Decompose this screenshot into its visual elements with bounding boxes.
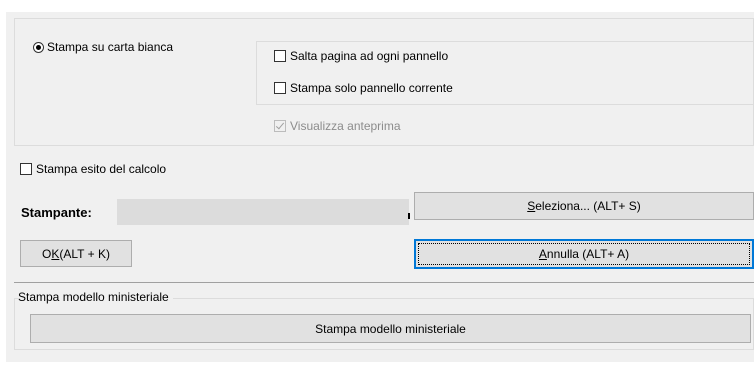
select-printer-mnemonic: S (527, 199, 536, 213)
cancel-label: nnulla (ALT+ A) (546, 247, 630, 261)
plain-paper-radio[interactable] (33, 41, 44, 53)
ok-mnemonic: K (51, 246, 60, 261)
calc-result-checkbox[interactable] (20, 163, 32, 175)
ok-label-end: (ALT + K) (59, 246, 110, 261)
skip-page-label: Salta pagina ad ogni pannello (290, 49, 449, 63)
preview-checkbox (274, 120, 286, 132)
printer-field-edge (408, 213, 410, 219)
preview-label: Visualizza anteprima (290, 119, 401, 133)
printer-name-field (117, 199, 409, 225)
plain-paper-radio-row[interactable]: Stampa su carta bianca (33, 40, 173, 54)
current-panel-checkbox[interactable] (274, 82, 286, 94)
ministerial-group-title: Stampa modello ministeriale (18, 290, 173, 304)
skip-page-checkbox[interactable] (274, 50, 286, 62)
cancel-mnemonic: A (538, 247, 547, 261)
section-divider (14, 282, 754, 283)
ministerial-print-label: Stampa modello ministeriale (315, 321, 466, 336)
skip-page-row[interactable]: Salta pagina ad ogni pannello (274, 49, 448, 63)
plain-paper-label: Stampa su carta bianca (47, 40, 174, 54)
printer-label: Stampante: (21, 205, 92, 220)
cancel-button[interactable]: Annulla (ALT+ A) (414, 239, 754, 269)
calc-result-label: Stampa esito del calcolo (36, 162, 167, 176)
select-printer-button[interactable]: Seleziona... (ALT+ S) (414, 192, 754, 220)
select-printer-label: eleziona... (ALT+ S) (535, 199, 641, 213)
ok-label-start: O (42, 246, 52, 261)
ministerial-print-button[interactable]: Stampa modello ministeriale (30, 314, 751, 343)
ok-button[interactable]: OK (ALT + K) (20, 240, 132, 267)
preview-row: Visualizza anteprima (274, 119, 401, 133)
current-panel-label: Stampa solo pannello corrente (290, 81, 453, 95)
current-panel-row[interactable]: Stampa solo pannello corrente (274, 81, 453, 95)
calc-result-row[interactable]: Stampa esito del calcolo (20, 162, 166, 176)
